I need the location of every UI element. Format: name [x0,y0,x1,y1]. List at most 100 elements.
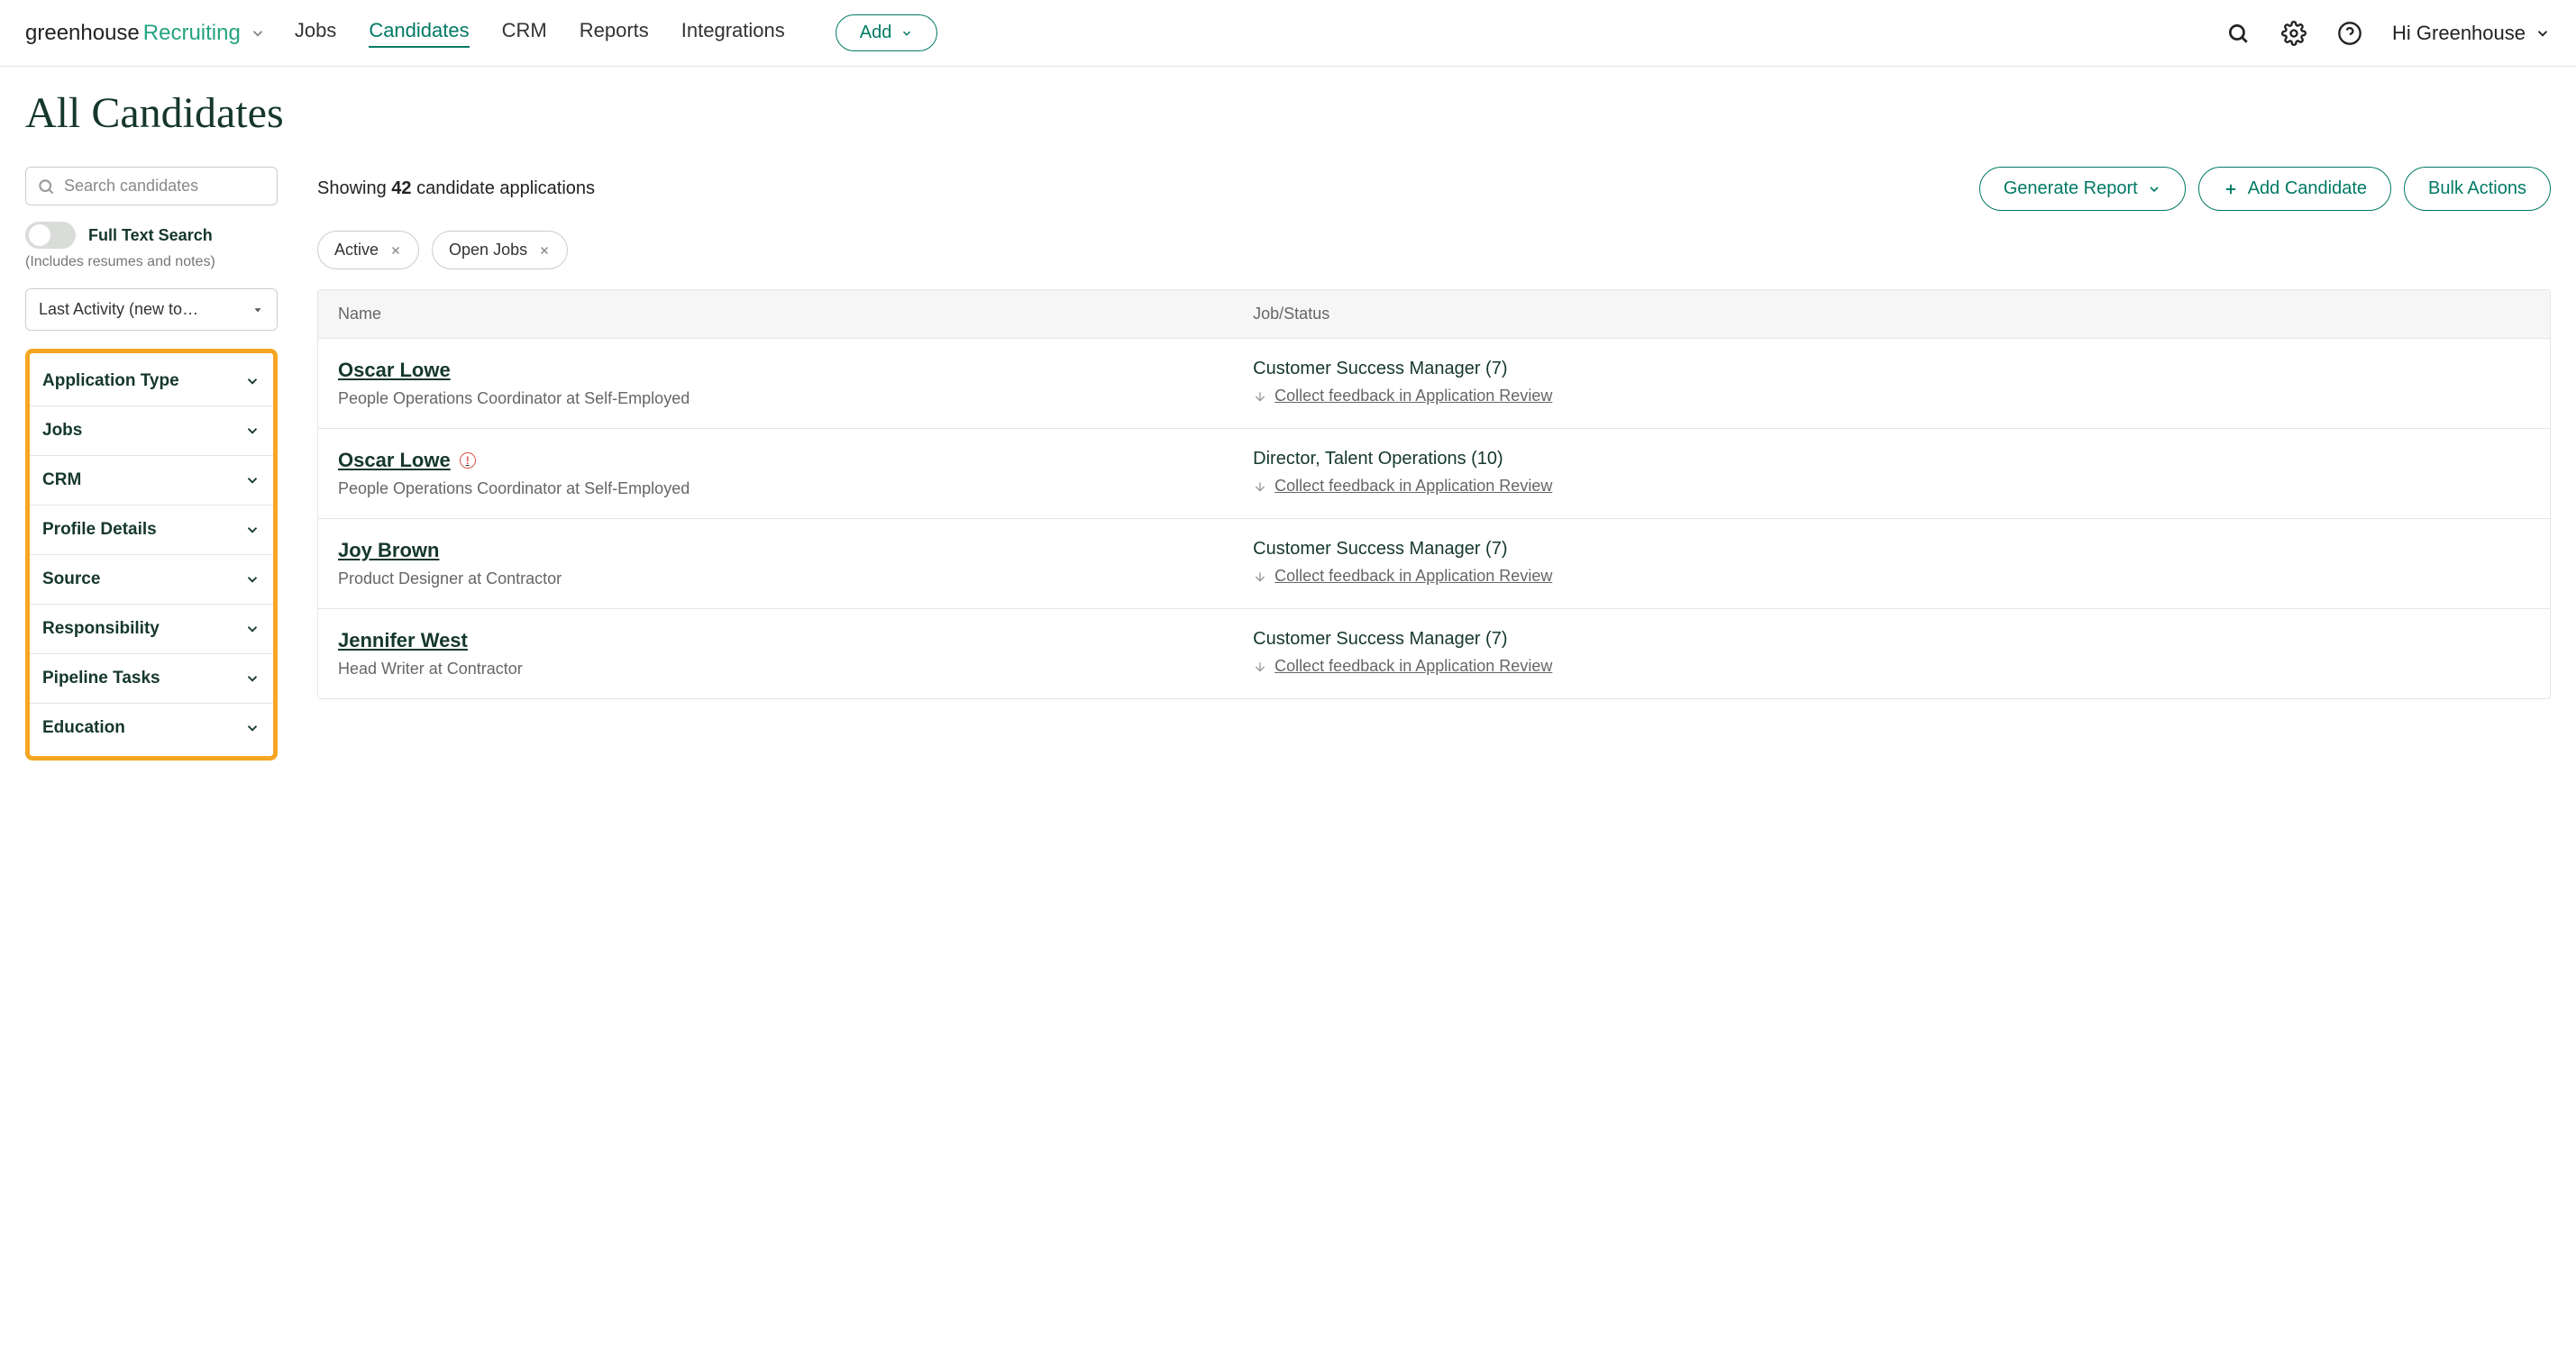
filter-label: Source [42,569,100,589]
chevron-down-icon [244,720,260,736]
chevron-down-icon [2147,182,2161,196]
filter-jobs[interactable]: Jobs [30,406,273,456]
job-title: Customer Success Manager (7) [1253,359,2530,379]
filter-chips: Active Open Jobs [317,231,2551,269]
chip-label: Open Jobs [449,241,527,260]
caret-down-icon [251,304,264,316]
nav-candidates[interactable]: Candidates [369,19,469,48]
chevron-down-icon [244,571,260,587]
table-row: Joy Brown Product Designer at Contractor… [318,518,2550,608]
table-header: Name Job/Status [318,290,2550,338]
job-title: Customer Success Manager (7) [1253,539,2530,560]
nav-crm[interactable]: CRM [502,19,547,48]
chip-open-jobs[interactable]: Open Jobs [432,231,568,269]
filter-label: Jobs [42,421,82,441]
user-menu[interactable]: Hi Greenhouse [2392,22,2551,45]
filter-application-type[interactable]: Application Type [30,357,273,406]
sidebar: Full Text Search (Includes resumes and n… [25,167,278,760]
candidate-subtitle: People Operations Coordinator at Self-Em… [338,479,1213,498]
search-box[interactable] [25,167,278,205]
add-button[interactable]: Add [836,14,938,51]
feedback-row: Collect feedback in Application Review [1253,657,2530,676]
add-candidate-button[interactable]: Add Candidate [2198,167,2391,211]
search-icon[interactable] [2224,20,2252,47]
filter-education[interactable]: Education [30,704,273,752]
arrow-down-icon [1253,479,1267,494]
column-name[interactable]: Name [318,290,1233,338]
help-icon[interactable] [2336,20,2363,47]
close-icon[interactable] [389,244,402,257]
sort-select-label: Last Activity (new to… [39,300,198,319]
feedback-link[interactable]: Collect feedback in Application Review [1274,387,1552,405]
generate-report-button[interactable]: Generate Report [1979,167,2186,211]
chevron-down-icon [244,522,260,538]
full-text-label: Full Text Search [88,226,213,245]
feedback-row: Collect feedback in Application Review [1253,477,2530,496]
filter-label: Responsibility [42,619,160,639]
nav-integrations[interactable]: Integrations [681,19,785,48]
feedback-link[interactable]: Collect feedback in Application Review [1274,567,1552,586]
add-candidate-label: Add Candidate [2248,178,2367,199]
candidate-name-link[interactable]: Oscar Lowe [338,359,451,382]
nav-reports[interactable]: Reports [580,19,649,48]
filter-label: Pipeline Tasks [42,669,160,688]
table-row: Oscar Lowe ! People Operations Coordinat… [318,428,2550,518]
logo[interactable]: greenhouse Recruiting [25,21,266,46]
full-text-toggle-row: Full Text Search [25,222,278,249]
candidate-name-link[interactable]: Joy Brown [338,539,439,562]
full-text-toggle[interactable] [25,222,76,249]
column-job[interactable]: Job/Status [1233,290,2550,338]
filter-crm[interactable]: CRM [30,456,273,505]
filter-responsibility[interactable]: Responsibility [30,605,273,654]
table-row: Jennifer West Head Writer at Contractor … [318,608,2550,698]
top-right: Hi Greenhouse [2224,20,2551,47]
filter-panel: Application Type Jobs CRM Profile Detail… [25,349,278,760]
gear-icon[interactable] [2280,20,2307,47]
chip-active[interactable]: Active [317,231,419,269]
job-title: Director, Talent Operations (10) [1253,449,2530,469]
candidates-table: Name Job/Status Oscar Lowe People Operat… [317,289,2551,699]
chevron-down-icon [244,670,260,687]
arrow-down-icon [1253,569,1267,584]
job-title: Customer Success Manager (7) [1253,629,2530,650]
logo-text-2: Recruiting [143,21,241,46]
chevron-down-icon [244,373,260,389]
search-input[interactable] [64,177,266,196]
arrow-down-icon [1253,660,1267,674]
nav-links: Jobs Candidates CRM Reports Integrations [295,19,785,48]
main-content: Showing 42 candidate applications Genera… [317,167,2551,760]
filter-pipeline-tasks[interactable]: Pipeline Tasks [30,654,273,704]
close-icon[interactable] [538,244,551,257]
nav-jobs[interactable]: Jobs [295,19,336,48]
candidate-name-link[interactable]: Jennifer West [338,629,468,652]
user-menu-label: Hi Greenhouse [2392,22,2526,45]
filter-label: CRM [42,470,81,490]
add-button-label: Add [860,23,892,43]
arrow-down-icon [1253,389,1267,404]
logo-text-1: greenhouse [25,21,140,46]
candidate-subtitle: People Operations Coordinator at Self-Em… [338,389,1213,408]
main-header: Showing 42 candidate applications Genera… [317,167,2551,211]
plus-icon [2223,181,2239,197]
chevron-down-icon [250,25,266,41]
chevron-down-icon [900,27,913,40]
filter-label: Education [42,718,125,738]
bulk-actions-label: Bulk Actions [2428,178,2526,199]
page-title: All Candidates [25,88,2551,138]
sort-select[interactable]: Last Activity (new to… [25,288,278,331]
candidate-name-link[interactable]: Oscar Lowe ! [338,449,476,472]
search-icon [37,178,55,196]
filter-label: Profile Details [42,520,157,540]
filter-label: Application Type [42,371,179,391]
filter-profile-details[interactable]: Profile Details [30,505,273,555]
feedback-row: Collect feedback in Application Review [1253,567,2530,586]
chevron-down-icon [244,423,260,439]
top-nav: greenhouse Recruiting Jobs Candidates CR… [0,0,2576,67]
feedback-row: Collect feedback in Application Review [1253,387,2530,405]
showing-text: Showing 42 candidate applications [317,178,595,199]
filter-source[interactable]: Source [30,555,273,605]
generate-report-label: Generate Report [2004,178,2138,199]
bulk-actions-button[interactable]: Bulk Actions [2404,167,2551,211]
feedback-link[interactable]: Collect feedback in Application Review [1274,477,1552,496]
feedback-link[interactable]: Collect feedback in Application Review [1274,657,1552,676]
